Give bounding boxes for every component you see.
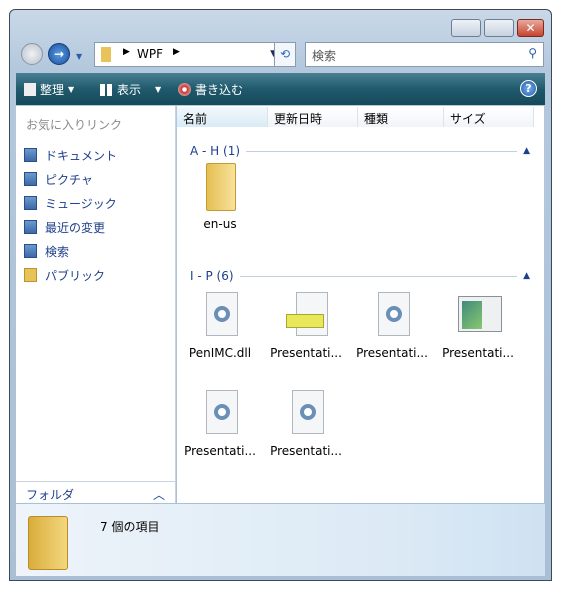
pictures-icon	[24, 172, 37, 186]
file-item[interactable]: Presentati...	[263, 292, 349, 360]
dll-file-icon	[286, 390, 326, 436]
link-recent[interactable]: 最近の変更	[16, 215, 175, 239]
assembly-package-icon	[286, 292, 328, 338]
item-count: 7 個の項目	[100, 520, 160, 534]
folders-toggle[interactable]: フォルダ ︿	[16, 481, 175, 503]
maximize-button[interactable]	[484, 19, 514, 37]
group-header-i-p[interactable]: I - P (6) ▲	[190, 269, 530, 283]
favorite-links-header: お気に入りリンク	[26, 118, 123, 132]
link-music[interactable]: ミュージック	[16, 191, 175, 215]
recent-icon	[24, 220, 37, 234]
explorer-window: ✕ → ▼ ▶ WPF ▶ ▼ ⟲ 検索⚲ 整理▼ 表示▼ 書き込む ? お気に…	[9, 9, 552, 581]
file-item[interactable]: Presentati...	[435, 292, 521, 360]
views-button[interactable]: 表示 ▼	[100, 81, 161, 98]
column-size[interactable]: サイズ	[444, 107, 534, 127]
collapse-icon[interactable]: ▲	[523, 146, 530, 156]
views-icon	[100, 83, 113, 96]
public-folder-icon	[24, 268, 37, 282]
dll-file-icon	[372, 292, 412, 338]
close-button[interactable]: ✕	[517, 19, 544, 37]
link-documents[interactable]: ドキュメント	[16, 143, 175, 167]
disc-icon	[178, 83, 191, 96]
column-name[interactable]: 名前	[177, 107, 268, 127]
dll-file-icon	[200, 390, 240, 436]
dll-file-icon	[200, 292, 240, 338]
collapse-icon[interactable]: ▲	[523, 271, 530, 281]
organize-button[interactable]: 整理 ▼	[24, 81, 74, 98]
refresh-button[interactable]: ⟲	[274, 42, 296, 67]
column-type[interactable]: 種類	[358, 107, 444, 127]
search-input[interactable]: 検索 ⚲	[305, 42, 544, 67]
music-icon	[24, 196, 37, 210]
organize-icon	[24, 83, 36, 96]
group-header-a-h[interactable]: A - H (1) ▲	[190, 144, 530, 158]
folder-icon	[200, 163, 240, 211]
details-pane: 7 個の項目	[16, 504, 545, 576]
address-bar[interactable]: ▶ WPF ▶ ▼	[94, 42, 284, 67]
file-item[interactable]: en-us	[177, 163, 263, 231]
search-icon: ⚲	[528, 46, 537, 60]
file-item[interactable]: Presentati...	[263, 390, 349, 458]
folder-icon	[101, 47, 111, 62]
link-public[interactable]: パブリック	[16, 263, 175, 287]
search-folder-icon	[24, 244, 37, 258]
file-item[interactable]: Presentati...	[349, 292, 435, 360]
history-dropdown-icon[interactable]: ▼	[76, 52, 82, 61]
minimize-button[interactable]	[451, 19, 481, 37]
link-search[interactable]: 検索	[16, 239, 175, 263]
forward-button[interactable]: →	[48, 43, 70, 65]
file-list: 名前 更新日時 種類 サイズ A - H (1) ▲ en-us I - P (6…	[177, 106, 544, 503]
back-button[interactable]	[21, 43, 43, 65]
column-modified[interactable]: 更新日時	[268, 107, 358, 127]
toolbar: 整理 ▼ 表示 ▼ 書き込む ?	[16, 73, 545, 105]
application-window-icon	[458, 292, 502, 338]
burn-button[interactable]: 書き込む	[178, 81, 243, 98]
folder-large-icon	[28, 516, 68, 570]
documents-icon	[24, 148, 37, 162]
help-icon[interactable]: ?	[520, 80, 537, 97]
navigation-pane: お気に入りリンク ドキュメント ピクチャ ミュージック 最近の変更 検索 パブリ…	[16, 106, 176, 503]
link-pictures[interactable]: ピクチャ	[16, 167, 175, 191]
chevron-up-icon: ︿	[152, 488, 165, 502]
file-item[interactable]: Presentati...	[177, 390, 263, 458]
file-item[interactable]: PenIMC.dll	[177, 292, 263, 360]
breadcrumb-wpf[interactable]: WPF	[137, 47, 163, 61]
